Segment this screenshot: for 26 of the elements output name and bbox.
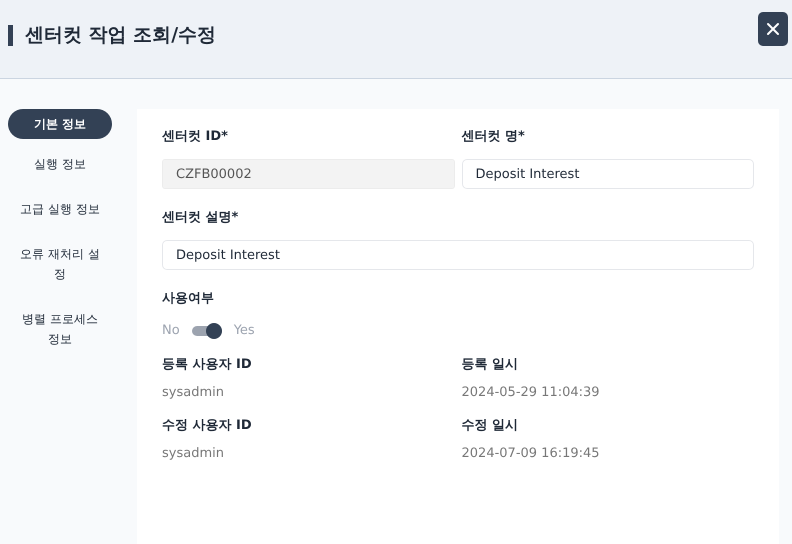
field-label: 센터컷 명* [462,128,526,145]
info-value: 2024-07-09 16:19:45 [462,445,601,463]
info-value: sysadmin [162,384,225,402]
sidebar-tab[interactable]: 기본 정보 [8,109,112,139]
info-label: 등록 사용자 ID [162,356,253,372]
toggle-label: 사용여부 [162,290,215,307]
info-label: 수정 일시 [462,417,520,434]
sidebar-tab[interactable]: 고급 실행 정보 [8,193,112,225]
toggle-off-label: No [162,322,180,340]
field-label: 센터컷 설명* [162,209,240,226]
sidebar-tab[interactable]: 오류 재처리 설정 [8,238,112,290]
info-label: 등록 일시 [462,356,520,372]
info-label: 수정 사용자 ID [162,417,253,434]
text-field[interactable]: Deposit Interest [162,240,754,270]
toggle-switch[interactable] [192,322,222,339]
text-field[interactable]: Deposit Interest [462,159,754,189]
info-value: sysadmin [162,445,225,463]
toggle-on-label: Yes [234,322,255,340]
close-icon [766,22,780,36]
sidebar-tab[interactable]: 실행 정보 [8,148,112,180]
close-button[interactable] [758,12,788,46]
page-title: 센터컷 작업 조회/수정 [25,23,216,48]
field-label: 센터컷 ID* [162,128,229,145]
title-accent-bar [8,24,13,46]
sidebar-tab[interactable]: 병렬 프로세스 정보 [8,303,112,355]
info-value: 2024-05-29 11:04:39 [462,384,601,402]
